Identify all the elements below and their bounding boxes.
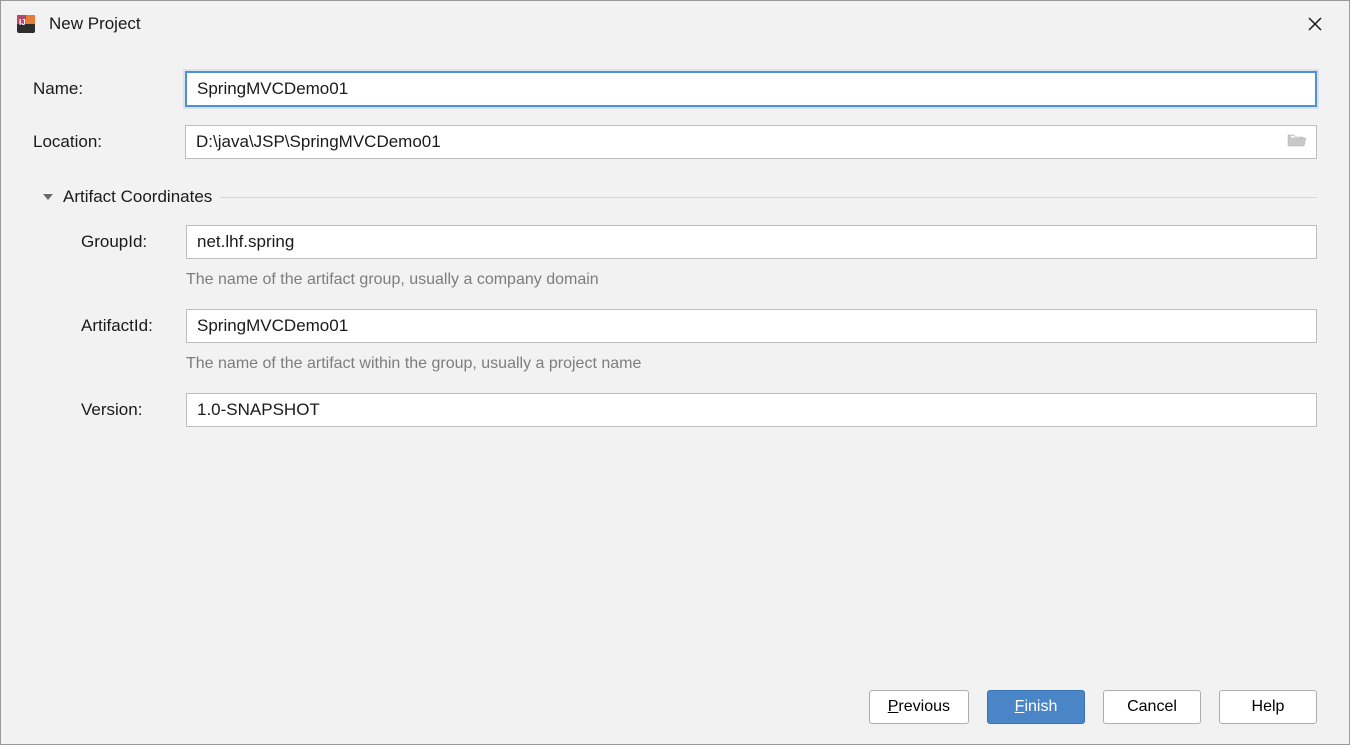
artifact-coordinates-body: GroupId: The name of the artifact group,… — [33, 225, 1317, 427]
svg-text:IJ: IJ — [19, 18, 26, 27]
artifactid-row: ArtifactId: — [81, 309, 1317, 343]
close-button[interactable] — [1295, 4, 1335, 44]
titlebar: IJ New Project — [1, 1, 1349, 47]
dialog-footer: Previous Finish Cancel Help — [1, 674, 1349, 744]
groupid-label: GroupId: — [81, 232, 176, 252]
help-button[interactable]: Help — [1219, 690, 1317, 724]
location-row: Location: — [33, 125, 1317, 159]
window-title: New Project — [49, 14, 1295, 34]
finish-button[interactable]: Finish — [987, 690, 1085, 724]
cancel-button[interactable]: Cancel — [1103, 690, 1201, 724]
name-row: Name: — [33, 71, 1317, 107]
version-row: Version: — [81, 393, 1317, 427]
artifact-coordinates-header[interactable]: Artifact Coordinates — [33, 187, 1317, 207]
location-label: Location: — [33, 132, 175, 152]
section-divider — [220, 197, 1317, 198]
groupid-input[interactable] — [186, 225, 1317, 259]
name-input[interactable] — [185, 71, 1317, 107]
chevron-down-icon — [41, 190, 55, 204]
artifactid-input[interactable] — [186, 309, 1317, 343]
name-label: Name: — [33, 79, 175, 99]
section-title: Artifact Coordinates — [63, 187, 212, 207]
groupid-hint: The name of the artifact group, usually … — [186, 271, 1317, 289]
location-input[interactable] — [185, 125, 1317, 159]
folder-open-icon — [1287, 131, 1307, 149]
artifactid-label: ArtifactId: — [81, 316, 176, 336]
version-label: Version: — [81, 400, 176, 420]
version-input[interactable] — [186, 393, 1317, 427]
artifactid-hint: The name of the artifact within the grou… — [186, 355, 1317, 373]
groupid-row: GroupId: — [81, 225, 1317, 259]
browse-folder-button[interactable] — [1287, 131, 1309, 153]
previous-button[interactable]: Previous — [869, 690, 969, 724]
close-icon — [1307, 16, 1323, 32]
app-icon: IJ — [15, 13, 37, 35]
dialog-content: Name: Location: Artifact Coordinates Gro… — [1, 47, 1349, 674]
